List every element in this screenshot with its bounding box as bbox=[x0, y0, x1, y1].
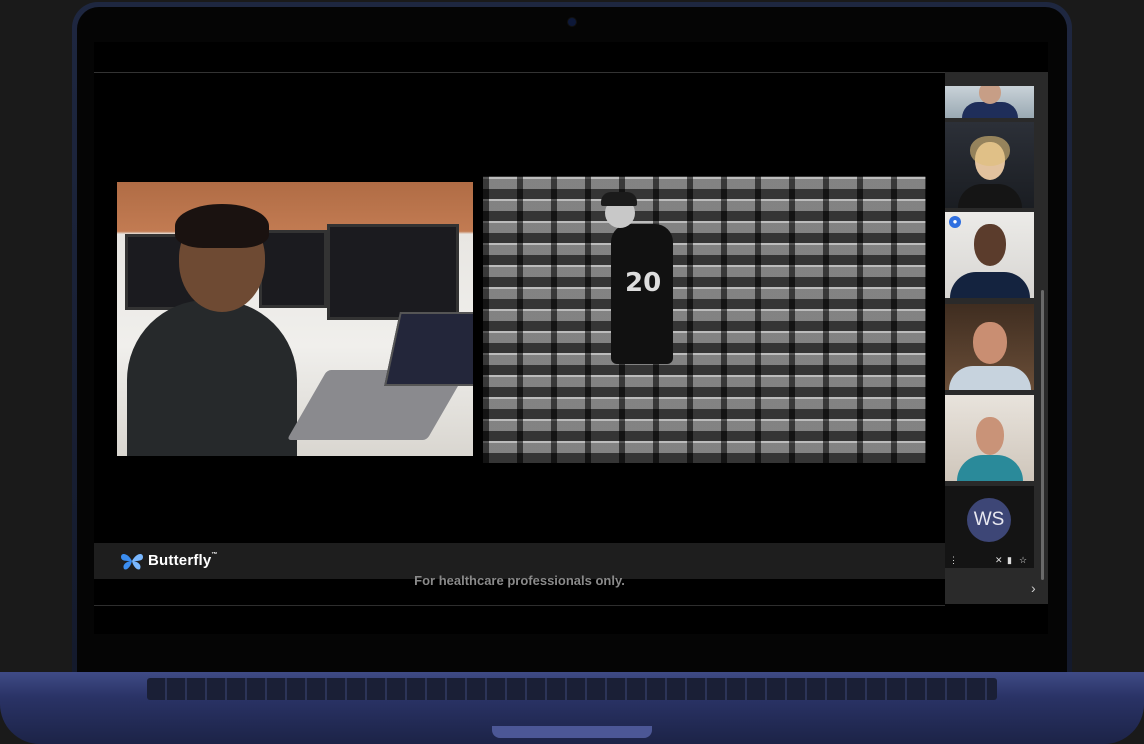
participant-shirt bbox=[948, 366, 1031, 390]
speaking-indicator-icon: ● bbox=[949, 216, 961, 228]
participant-tile[interactable] bbox=[945, 395, 1034, 481]
mute-icon[interactable]: ✕ bbox=[995, 555, 1003, 566]
stadium-seats bbox=[483, 176, 926, 463]
background-monitor bbox=[327, 224, 459, 320]
participant-shirt bbox=[961, 102, 1018, 118]
participant-hair bbox=[969, 136, 1010, 166]
butterfly-icon bbox=[121, 553, 143, 570]
chevron-right-icon[interactable]: › bbox=[1031, 580, 1036, 596]
participant-face bbox=[973, 224, 1006, 266]
participant-tile[interactable]: WS ⋮ ✕ ▮ ☆ bbox=[945, 486, 1034, 568]
fan-cap bbox=[601, 192, 637, 206]
webcam-icon bbox=[568, 18, 576, 26]
divider bbox=[94, 72, 945, 73]
laptop-mockup: 20 Butterfly™ For healthcare professiona… bbox=[0, 0, 1144, 744]
brand-name: Butterfly™ bbox=[148, 552, 218, 569]
participant-face bbox=[975, 417, 1004, 455]
more-options-icon[interactable]: ⋮ bbox=[949, 555, 958, 566]
participant-tile[interactable] bbox=[945, 86, 1034, 118]
avatar: WS bbox=[967, 498, 1011, 542]
presenter-hair bbox=[175, 204, 269, 248]
arena-video: 20 bbox=[483, 176, 926, 463]
camera-icon[interactable]: ▮ bbox=[1007, 555, 1012, 566]
participant-face bbox=[972, 322, 1007, 364]
jersey-number: 20 bbox=[625, 268, 662, 298]
participant-sidebar[interactable]: ● WS ⋮ ✕ ▮ ☆ › bbox=[945, 72, 1048, 604]
participant-shirt bbox=[956, 455, 1023, 481]
participant-tile-active-speaker[interactable]: ● bbox=[945, 212, 1034, 298]
participant-shirt bbox=[949, 272, 1030, 298]
tile-controls: ⋮ ✕ ▮ ☆ bbox=[949, 554, 1031, 566]
divider bbox=[94, 605, 945, 606]
presenter-video bbox=[117, 182, 473, 456]
trademark: ™ bbox=[211, 552, 218, 558]
star-icon[interactable]: ☆ bbox=[1019, 555, 1027, 566]
keyboard-edge bbox=[147, 678, 997, 700]
participant-tile[interactable] bbox=[945, 304, 1034, 390]
sidebar-scrollbar[interactable] bbox=[1041, 290, 1044, 580]
laptop-screen bbox=[384, 312, 473, 386]
disclaimer-text: For healthcare professionals only. bbox=[414, 573, 625, 588]
video-call-screen: 20 Butterfly™ For healthcare professiona… bbox=[94, 42, 1048, 634]
background-monitor bbox=[259, 230, 327, 308]
laptop-notch bbox=[492, 726, 652, 738]
participant-tile[interactable] bbox=[945, 122, 1034, 208]
presenter-body bbox=[127, 300, 297, 456]
participant-shirt bbox=[957, 184, 1022, 208]
